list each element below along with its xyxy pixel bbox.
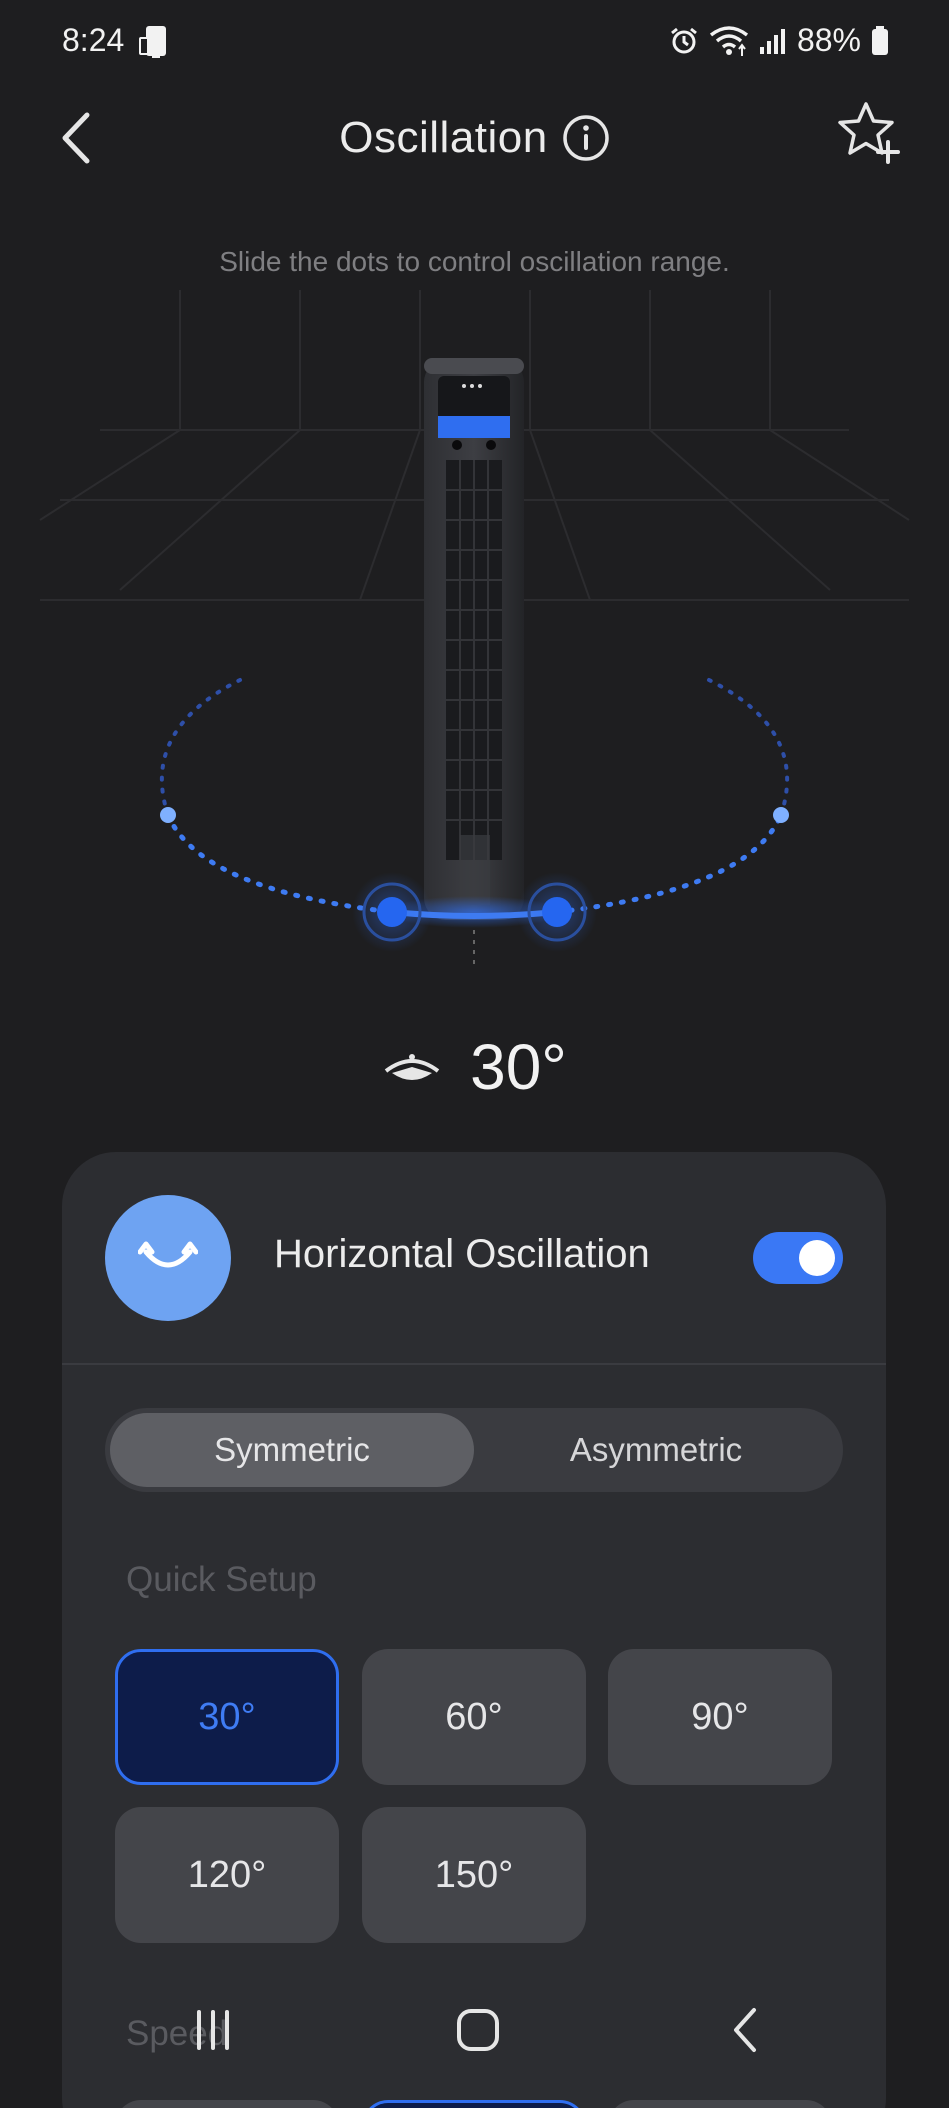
horizontal-oscillation-badge xyxy=(105,1195,231,1321)
mode-asymmetric[interactable]: Asymmetric xyxy=(474,1413,838,1487)
app-header: Oscillation xyxy=(0,86,949,256)
quick-setup-60[interactable]: 60° xyxy=(362,1649,586,1785)
oscillation-settings-card: Horizontal Oscillation Symmetric Asymmet… xyxy=(62,1152,886,2108)
back-icon xyxy=(734,2008,756,2052)
signal-icon xyxy=(759,28,785,54)
oscillation-angle-icon xyxy=(384,1054,440,1080)
fan-oscillation-illustration xyxy=(39,290,910,970)
mode-segmented-control: Symmetric Asymmetric xyxy=(105,1408,843,1492)
info-icon[interactable] xyxy=(562,114,610,162)
divider xyxy=(62,1363,886,1365)
left-range-handle[interactable] xyxy=(352,872,432,952)
tower-fan xyxy=(424,358,524,920)
star-add-icon xyxy=(838,102,900,164)
horizontal-oscillation-icon xyxy=(138,1241,198,1268)
home-button[interactable] xyxy=(433,2000,523,2060)
add-favorite-button[interactable] xyxy=(829,92,909,172)
right-range-handle[interactable] xyxy=(517,872,597,952)
wifi-icon xyxy=(709,25,749,56)
quick-setup-120[interactable]: 120° xyxy=(115,1807,339,1943)
range-endpoint-left xyxy=(160,807,176,823)
mode-symmetric[interactable]: Symmetric xyxy=(110,1413,474,1487)
toggle-knob xyxy=(799,1240,835,1276)
quick-setup-150[interactable]: 150° xyxy=(362,1807,586,1943)
title-area: Oscillation xyxy=(0,98,949,178)
home-icon xyxy=(457,2009,499,2051)
horizontal-oscillation-label: Horizontal Oscillation xyxy=(274,1232,650,1276)
range-endpoint-right xyxy=(773,807,789,823)
status-bar: 8:24 88% xyxy=(0,0,949,86)
battery-icon xyxy=(872,25,888,55)
oscillation-screen: 8:24 88% Oscillation Slide the dots to c… xyxy=(0,0,949,2108)
angle-readout: 30° xyxy=(0,1030,949,1104)
recent-apps-button[interactable] xyxy=(168,2000,258,2060)
quick-setup-30[interactable]: 30° xyxy=(115,1649,339,1785)
alarm-icon xyxy=(671,27,697,53)
quick-setup-90[interactable]: 90° xyxy=(608,1649,832,1785)
horizontal-oscillation-toggle[interactable] xyxy=(753,1232,843,1284)
screen-mirroring-icon xyxy=(139,26,166,58)
page-title: Oscillation xyxy=(339,113,548,162)
recent-apps-icon xyxy=(197,2010,229,2050)
status-time: 8:24 xyxy=(62,22,125,58)
system-back-button[interactable] xyxy=(700,2000,790,2060)
instruction-text: Slide the dots to control oscillation ra… xyxy=(219,246,730,277)
system-navigation-bar xyxy=(0,1980,949,2108)
status-icons: 88% xyxy=(669,22,889,59)
current-angle-value: 30° xyxy=(470,1031,567,1103)
quick-setup-title: Quick Setup xyxy=(126,1560,317,1599)
battery-percent: 88% xyxy=(796,22,861,58)
